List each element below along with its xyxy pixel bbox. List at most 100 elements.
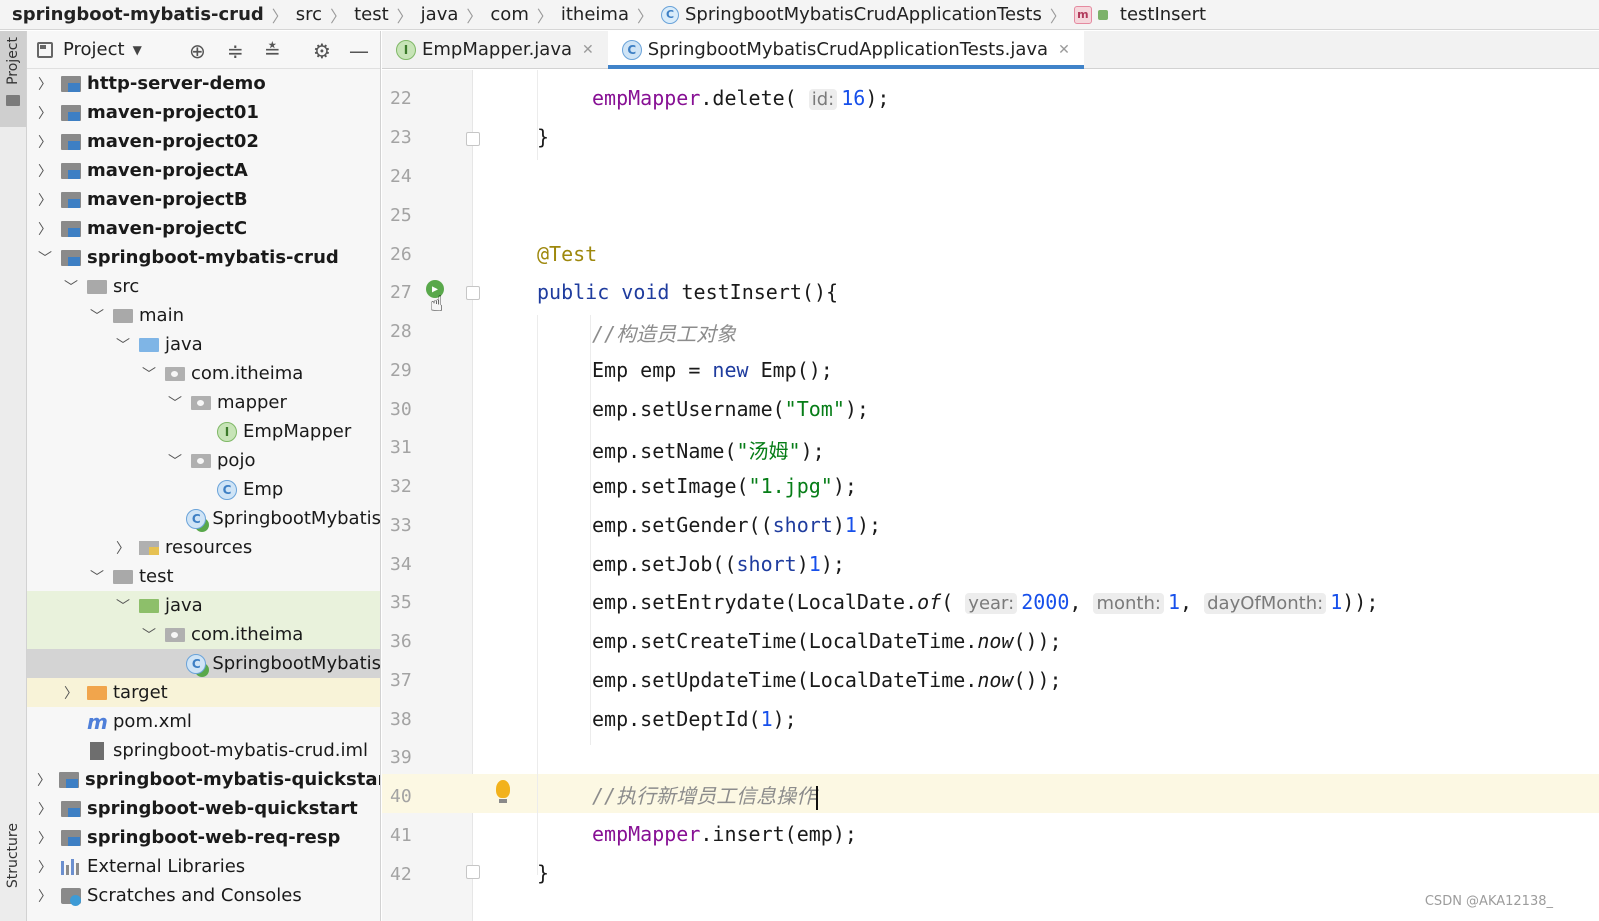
- line-number: 39: [390, 747, 412, 768]
- tree-item[interactable]: springboot-mybatis-crud.iml: [27, 736, 380, 765]
- breadcrumb-item-project[interactable]: springboot-mybatis-crud: [12, 4, 264, 25]
- chevron-right-icon[interactable]: 〉: [37, 103, 53, 123]
- folder-icon: [6, 94, 20, 106]
- project-view-selector[interactable]: Project: [63, 39, 125, 60]
- hand-cursor-icon: ☝: [430, 292, 444, 317]
- tree-item-label: mapper: [217, 392, 287, 413]
- chevron-right-icon[interactable]: 〉: [37, 799, 53, 819]
- chevron-down-icon[interactable]: ﹀: [37, 248, 53, 268]
- chevron-down-icon[interactable]: ▼: [133, 43, 142, 57]
- chevron-down-icon[interactable]: ﹀: [167, 393, 183, 413]
- line-number: 35: [390, 592, 412, 613]
- tree-item[interactable]: ﹀ pojo: [27, 446, 380, 475]
- chevron-right-icon[interactable]: 〉: [63, 683, 79, 703]
- chevron-down-icon[interactable]: ﹀: [115, 335, 131, 355]
- structure-tool-tab[interactable]: Structure: [0, 817, 26, 907]
- chevron-right-icon: 〉: [636, 6, 653, 26]
- chevron-down-icon[interactable]: ﹀: [89, 567, 105, 587]
- tree-item[interactable]: 〉 springboot-mybatis-quickstart: [27, 765, 380, 794]
- tree-item[interactable]: ﹀ main: [27, 301, 380, 330]
- fold-marker-icon[interactable]: [466, 132, 480, 146]
- chevron-right-icon[interactable]: 〉: [37, 161, 53, 181]
- tree-item[interactable]: 〉 Scratches and Consoles: [27, 881, 380, 910]
- chevron-right-icon[interactable]: 〉: [37, 190, 53, 210]
- chevron-right-icon[interactable]: 〉: [115, 538, 131, 558]
- chevron-right-icon[interactable]: 〉: [37, 219, 53, 239]
- watermark: CSDN @AKA12138_: [1424, 894, 1553, 909]
- breadcrumb-item-test[interactable]: test: [354, 4, 389, 25]
- package-icon: [165, 627, 185, 642]
- tree-item[interactable]: 〉 springboot-web-quickstart: [27, 794, 380, 823]
- close-icon[interactable]: ✕: [1058, 42, 1070, 58]
- interface-icon: I: [217, 421, 237, 442]
- lightbulb-icon[interactable]: [496, 780, 510, 803]
- lock-icon: [1097, 9, 1108, 20]
- tree-item[interactable]: 〉 maven-projectA: [27, 156, 380, 185]
- chevron-down-icon[interactable]: ﹀: [167, 451, 183, 471]
- expand-all-icon[interactable]: ≑: [227, 39, 244, 63]
- tree-item[interactable]: 〉 target: [27, 678, 380, 707]
- tree-item[interactable]: 〉 maven-project02: [27, 127, 380, 156]
- breadcrumb-item-itheima[interactable]: itheima: [561, 4, 629, 25]
- chevron-right-icon[interactable]: 〉: [37, 770, 51, 790]
- breadcrumb-item-java[interactable]: java: [421, 4, 459, 25]
- tree-item-selected[interactable]: C SpringbootMybatis: [27, 649, 380, 678]
- tree-item[interactable]: C SpringbootMybatis: [27, 504, 380, 533]
- tab-empmapper[interactable]: I EmpMapper.java ✕: [382, 31, 608, 68]
- code-line: emp.setName("汤姆");: [592, 439, 825, 463]
- breadcrumb-item-src[interactable]: src: [296, 4, 322, 25]
- tree-item[interactable]: ﹀ src: [27, 272, 380, 301]
- tree-item[interactable]: 〉 External Libraries: [27, 852, 380, 881]
- folder-icon: [113, 569, 133, 584]
- chevron-down-icon[interactable]: ﹀: [63, 277, 79, 297]
- tree-item[interactable]: ﹀ mapper: [27, 388, 380, 417]
- breadcrumb-item-class[interactable]: SpringbootMybatisCrudApplicationTests: [685, 4, 1042, 25]
- tree-item[interactable]: ﹀ springboot-mybatis-crud: [27, 243, 380, 272]
- tree-item[interactable]: ﹀ java: [27, 330, 380, 359]
- tree-item-label: EmpMapper: [243, 421, 352, 442]
- parameter-hint: month:: [1093, 593, 1164, 614]
- code-editor[interactable]: 22 23 24 25 26 27 28 29 30 31 32 33 34 3…: [382, 70, 1599, 921]
- tree-item[interactable]: 〉 maven-projectB: [27, 185, 380, 214]
- gear-icon[interactable]: ⚙: [313, 39, 331, 63]
- tree-item[interactable]: m pom.xml: [27, 707, 380, 736]
- fold-marker-icon[interactable]: [466, 865, 480, 879]
- tree-item[interactable]: 〉 springboot-web-req-resp: [27, 823, 380, 852]
- parameter-hint: year:: [965, 593, 1018, 614]
- code-line: emp.setEntrydate(LocalDate.of( year: 2000…: [592, 590, 1379, 614]
- breadcrumb-item-method[interactable]: testInsert: [1120, 4, 1206, 25]
- chevron-right-icon[interactable]: 〉: [37, 828, 53, 848]
- chevron-right-icon[interactable]: 〉: [37, 857, 53, 877]
- chevron-down-icon[interactable]: ﹀: [115, 596, 131, 616]
- module-icon: [61, 220, 81, 237]
- fold-marker-icon[interactable]: [466, 286, 480, 300]
- collapse-all-icon[interactable]: ≛: [264, 39, 281, 63]
- hide-panel-icon[interactable]: —: [349, 39, 369, 63]
- close-icon[interactable]: ✕: [582, 42, 594, 58]
- tree-item[interactable]: I EmpMapper: [27, 417, 380, 446]
- tree-item-label: java: [165, 595, 203, 616]
- tab-application-tests[interactable]: C SpringbootMybatisCrudApplicationTests.…: [607, 31, 1084, 69]
- chevron-down-icon[interactable]: ﹀: [141, 625, 157, 645]
- tree-item[interactable]: 〉 maven-projectC: [27, 214, 380, 243]
- tree-item[interactable]: ﹀ test: [27, 562, 380, 591]
- chevron-right-icon: 〉: [330, 6, 347, 26]
- chevron-right-icon[interactable]: 〉: [37, 886, 53, 906]
- chevron-down-icon[interactable]: ﹀: [89, 306, 105, 326]
- tree-item[interactable]: 〉 http-server-demo: [27, 69, 380, 98]
- chevron-right-icon[interactable]: 〉: [37, 132, 53, 152]
- chevron-right-icon: 〉: [271, 6, 288, 26]
- breadcrumb-item-com[interactable]: com: [490, 4, 528, 25]
- module-file-icon: [90, 741, 104, 760]
- chevron-right-icon[interactable]: 〉: [37, 74, 53, 94]
- tree-item[interactable]: ﹀ com.itheima: [27, 620, 380, 649]
- tree-item[interactable]: ﹀ java: [27, 591, 380, 620]
- tree-item[interactable]: 〉 resources: [27, 533, 380, 562]
- chevron-down-icon[interactable]: ﹀: [141, 364, 157, 384]
- locate-file-icon[interactable]: ⊕: [189, 39, 206, 63]
- tree-item[interactable]: 〉 maven-project01: [27, 98, 380, 127]
- breadcrumb: springboot-mybatis-crud 〉 src 〉 test 〉 j…: [0, 0, 1599, 30]
- tree-item[interactable]: C Emp: [27, 475, 380, 504]
- project-tool-tab[interactable]: Project: [0, 31, 26, 127]
- tree-item[interactable]: ﹀ com.itheima: [27, 359, 380, 388]
